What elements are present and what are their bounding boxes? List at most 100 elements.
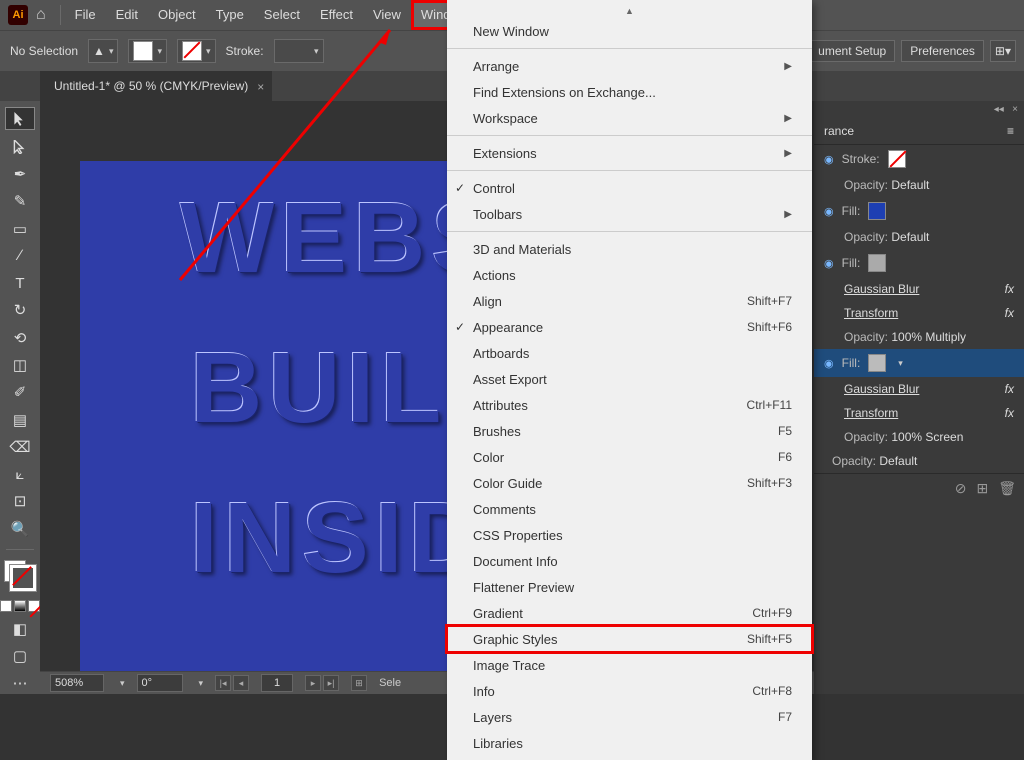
screen-mode-button[interactable]: ▢ — [6, 645, 34, 666]
appearance-row[interactable]: Gaussian Blurfx — [814, 377, 1024, 401]
zoom-tool[interactable]: 🔍 — [6, 518, 34, 539]
appearance-panel-title: rance — [824, 124, 854, 138]
doc-setup-button[interactable]: ument Setup — [809, 40, 895, 62]
shape-builder-tool[interactable]: ◫ — [6, 354, 34, 375]
appearance-row[interactable]: Transformfx — [814, 401, 1024, 425]
window-menu-item[interactable]: Comments — [447, 496, 812, 522]
window-menu-item[interactable]: ✓Control — [447, 175, 812, 201]
window-menu-item[interactable]: GradientCtrl+F9 — [447, 600, 812, 626]
artboard-nav-buttons-2[interactable]: ▸▸| — [305, 675, 339, 691]
appearance-row[interactable]: ◉Fill:▾ — [814, 349, 1024, 377]
scissors-tool[interactable]: ⟀ — [6, 463, 34, 484]
appearance-row[interactable]: ◉Stroke: — [814, 145, 1024, 173]
appearance-row[interactable]: Opacity: 100% Multiply — [814, 325, 1024, 349]
window-menu-item[interactable]: Image Trace — [447, 652, 812, 678]
appearance-row[interactable]: Gaussian Blurfx — [814, 277, 1024, 301]
trash-icon[interactable]: 🗑 — [998, 480, 1016, 497]
window-menu-item[interactable]: Actions — [447, 262, 812, 288]
add-icon[interactable]: ⊞ — [976, 480, 988, 497]
window-menu-item[interactable]: Flattener Preview — [447, 574, 812, 600]
window-menu-item[interactable]: InfoCtrl+F8 — [447, 678, 812, 704]
close-icon[interactable]: × — [257, 72, 264, 102]
width-tool[interactable]: ⟲ — [6, 327, 34, 348]
artboard-text-3: INSID — [190, 481, 487, 596]
preferences-button[interactable]: Preferences — [901, 40, 984, 62]
direct-selection-tool[interactable] — [6, 136, 34, 157]
appearance-row[interactable]: Opacity: 100% Screen — [814, 425, 1024, 449]
rotate-tool[interactable]: ↻ — [6, 300, 34, 321]
toolbox: ✒ ✎ ▭ ∕ T ↻ ⟲ ◫ ✐ ▤ ⌫ ⟀ ⊡ 🔍 ◧ ▢ ⋯ — [0, 101, 40, 694]
window-menu-item[interactable]: Libraries — [447, 730, 812, 756]
appearance-row[interactable]: Opacity: Default — [814, 449, 1024, 473]
selection-tool[interactable] — [5, 107, 35, 130]
stroke-label: Stroke: — [226, 44, 264, 58]
rectangle-tool[interactable]: ▭ — [6, 218, 34, 239]
fill-dropdown[interactable]: ▲▾ — [88, 39, 118, 63]
rotate-input[interactable] — [137, 674, 183, 692]
menu-select[interactable]: Select — [254, 0, 310, 30]
panel-menu-icon[interactable]: ≡ — [1007, 124, 1014, 138]
menu-object[interactable]: Object — [148, 0, 206, 30]
menu-effect[interactable]: Effect — [310, 0, 363, 30]
window-menu-item[interactable]: Find Extensions on Exchange... — [447, 79, 812, 105]
fill-stroke-control[interactable] — [4, 560, 36, 591]
block-icon[interactable]: ⊘ — [955, 480, 967, 497]
menu-edit[interactable]: Edit — [106, 0, 148, 30]
window-menu-item[interactable]: Arrange▶ — [447, 53, 812, 79]
menu-scroll-up[interactable]: ▲ — [447, 4, 812, 18]
type-tool[interactable]: T — [6, 273, 34, 294]
window-menu-item[interactable]: Color GuideShift+F3 — [447, 470, 812, 496]
window-dropdown-menu: ▲ New Window Arrange▶Find Extensions on E… — [447, 0, 812, 760]
appearance-row[interactable]: ◉Fill: — [814, 197, 1024, 225]
artboard-number-input[interactable] — [261, 674, 293, 692]
selection-label: No Selection — [10, 44, 78, 58]
window-menu-item[interactable]: CSS Properties — [447, 522, 812, 548]
artboard-tool[interactable]: ⊡ — [6, 491, 34, 512]
align-button[interactable]: ⊞▾ — [990, 40, 1016, 62]
window-menu-item[interactable]: Workspace▶ — [447, 105, 812, 131]
appearance-row[interactable]: ◉Fill: — [814, 249, 1024, 277]
pen-tool[interactable]: ✒ — [6, 164, 34, 185]
stroke-swatch-dropdown[interactable]: ▾ — [177, 39, 216, 63]
appearance-row[interactable]: Opacity: Default — [814, 225, 1024, 249]
window-menu-item[interactable]: AttributesCtrl+F11 — [447, 392, 812, 418]
edit-toolbar-button[interactable]: ⋯ — [6, 673, 34, 694]
window-menu-item[interactable]: ColorF6 — [447, 444, 812, 470]
window-menu-item[interactable]: ✓AppearanceShift+F6 — [447, 314, 812, 340]
window-menu-item[interactable]: LayersF7 — [447, 704, 812, 730]
appearance-row[interactable]: Transformfx — [814, 301, 1024, 325]
home-icon[interactable]: ⌂ — [36, 6, 46, 24]
zoom-input[interactable] — [50, 674, 104, 692]
rotate-dropdown-icon[interactable]: ▾ — [199, 678, 204, 689]
gradient-tool[interactable]: ▤ — [6, 409, 34, 430]
window-menu-item[interactable]: Extensions▶ — [447, 140, 812, 166]
draw-mode-button[interactable]: ◧ — [6, 618, 34, 639]
document-tab-label: Untitled-1* @ 50 % (CMYK/Preview) — [54, 79, 248, 93]
window-menu-item[interactable]: Asset Export — [447, 366, 812, 392]
artboard-nav-extra[interactable]: ⊞ — [351, 675, 367, 691]
menu-file[interactable]: File — [65, 0, 106, 30]
curvature-tool[interactable]: ✎ — [6, 191, 34, 212]
menu-type[interactable]: Type — [206, 0, 254, 30]
paintbrush-tool[interactable]: ∕ — [6, 245, 34, 266]
document-tab[interactable]: Untitled-1* @ 50 % (CMYK/Preview) × — [40, 71, 272, 101]
window-menu-item[interactable]: Document Info — [447, 548, 812, 574]
eyedropper-tool[interactable]: ✐ — [6, 382, 34, 403]
stroke-weight-dropdown[interactable]: ▾ — [274, 39, 324, 63]
fill-swatch-dropdown[interactable]: ▾ — [128, 39, 167, 63]
appearance-panel-footer: ⊘ ⊞ 🗑 — [814, 473, 1024, 503]
window-menu-item[interactable]: 3D and Materials — [447, 236, 812, 262]
appearance-row[interactable]: Opacity: Default — [814, 173, 1024, 197]
window-menu-item[interactable]: Graphic StylesShift+F5 — [447, 626, 812, 652]
window-menu-item[interactable]: BrushesF5 — [447, 418, 812, 444]
artboard-text-2: BUILI — [190, 331, 481, 446]
color-mode-buttons[interactable] — [0, 600, 40, 612]
window-menu-item[interactable]: Artboards — [447, 340, 812, 366]
menu-view[interactable]: View — [363, 0, 411, 30]
window-menu-item[interactable]: New Window — [447, 18, 812, 44]
artboard-nav-buttons[interactable]: |◂◂ — [215, 675, 249, 691]
window-menu-item[interactable]: Toolbars▶ — [447, 201, 812, 227]
zoom-dropdown-icon[interactable]: ▾ — [120, 678, 125, 689]
eraser-tool[interactable]: ⌫ — [6, 436, 34, 457]
window-menu-item[interactable]: AlignShift+F7 — [447, 288, 812, 314]
